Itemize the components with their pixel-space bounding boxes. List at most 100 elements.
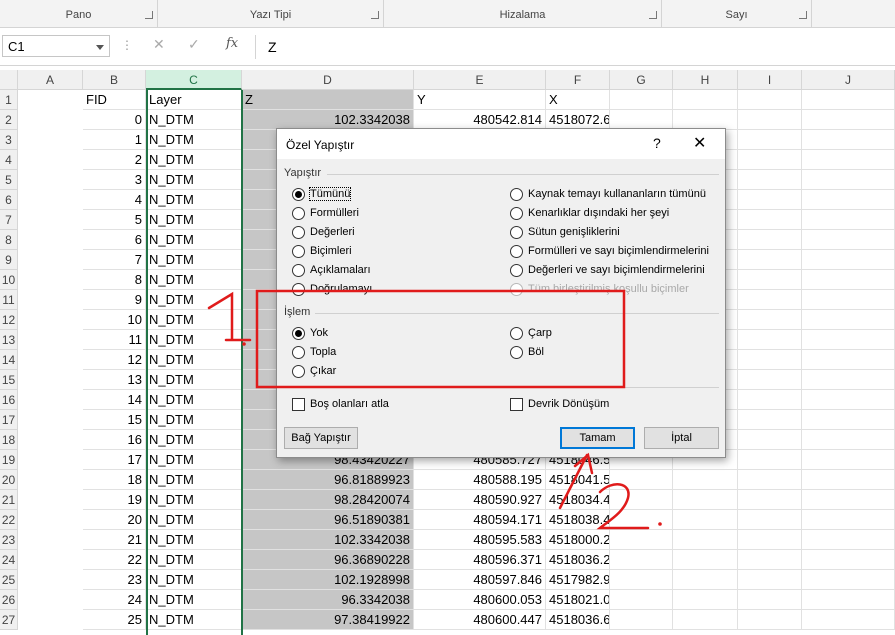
row-header[interactable]: 23 (0, 530, 18, 550)
cell-i[interactable] (802, 130, 895, 150)
cancel-button[interactable]: İptal (644, 427, 719, 449)
radio-button[interactable] (292, 225, 305, 239)
cell-h[interactable] (738, 490, 802, 510)
cell-g[interactable] (673, 610, 738, 630)
cell-e[interactable]: 4518038.403 (546, 510, 610, 530)
cell-d[interactable]: 480600.447 (414, 610, 546, 630)
checkbox-box[interactable] (292, 397, 305, 411)
cell-h[interactable] (738, 230, 802, 250)
cell-h[interactable] (738, 330, 802, 350)
radio-button[interactable] (510, 206, 523, 220)
cell-a[interactable]: 0 (83, 110, 146, 130)
cell-g[interactable] (673, 530, 738, 550)
column-header-h[interactable]: H (673, 70, 738, 90)
operation-option-radio[interactable]: Çarp (510, 324, 552, 342)
cell-i[interactable] (802, 230, 895, 250)
column-header-a[interactable]: A (18, 70, 83, 90)
row-header[interactable]: 20 (0, 470, 18, 490)
cell-a[interactable]: 25 (83, 610, 146, 630)
row-header[interactable]: 12 (0, 310, 18, 330)
radio-button[interactable] (292, 364, 305, 378)
column-header-f[interactable]: F (546, 70, 610, 90)
cell-c[interactable]: 102.3342038 (242, 530, 414, 550)
close-icon[interactable]: ✕ (693, 133, 706, 153)
radio-button[interactable] (292, 187, 305, 201)
cell-f[interactable] (610, 610, 673, 630)
cell-i[interactable] (802, 350, 895, 370)
cell-b[interactable]: N_DTM (146, 410, 242, 430)
paste-option-radio[interactable]: Biçimleri (292, 242, 352, 260)
cell-h[interactable] (738, 510, 802, 530)
cell-i[interactable] (802, 310, 895, 330)
row-header[interactable]: 5 (0, 170, 18, 190)
cell-b[interactable]: N_DTM (146, 290, 242, 310)
operation-option-radio[interactable]: Böl (510, 343, 544, 361)
cell-e[interactable]: 4518021.066 (546, 590, 610, 610)
cell-d[interactable]: 480597.846 (414, 570, 546, 590)
cell-b[interactable]: N_DTM (146, 330, 242, 350)
cell-i[interactable] (802, 170, 895, 190)
row-header[interactable]: 10 (0, 270, 18, 290)
cell-h[interactable] (738, 130, 802, 150)
paste-link-button[interactable]: Bağ Yapıştır (284, 427, 358, 449)
formula-input[interactable]: Z (255, 35, 895, 59)
ok-button[interactable]: Tamam (560, 427, 635, 449)
row-header[interactable]: 16 (0, 390, 18, 410)
select-all-corner[interactable] (0, 70, 18, 90)
cell-b[interactable]: N_DTM (146, 550, 242, 570)
cell-a[interactable]: 4 (83, 190, 146, 210)
cell-a[interactable]: 15 (83, 410, 146, 430)
cell-c[interactable]: 98.28420074 (242, 490, 414, 510)
cell-f[interactable] (610, 90, 673, 110)
row-header[interactable]: 26 (0, 590, 18, 610)
column-header-j[interactable]: J (802, 70, 895, 90)
cell-f[interactable] (610, 570, 673, 590)
insert-function-icon[interactable]: fx (226, 36, 238, 51)
cell-i[interactable] (802, 550, 895, 570)
cell-b[interactable]: N_DTM (146, 230, 242, 250)
cell-i[interactable] (802, 370, 895, 390)
cell-i[interactable] (802, 150, 895, 170)
row-header[interactable]: 19 (0, 450, 18, 470)
cell-g[interactable] (673, 570, 738, 590)
cell-h[interactable] (738, 450, 802, 470)
cell-b[interactable]: N_DTM (146, 450, 242, 470)
cell-b[interactable]: N_DTM (146, 310, 242, 330)
paste-option-radio[interactable]: Sütun genişliklerini (510, 223, 620, 241)
column-header-e[interactable]: E (414, 70, 546, 90)
cell-a[interactable]: 18 (83, 470, 146, 490)
cell-b[interactable]: N_DTM (146, 430, 242, 450)
cell-g[interactable] (673, 90, 738, 110)
row-header[interactable]: 24 (0, 550, 18, 570)
column-header-d[interactable]: D (242, 70, 414, 90)
cell-a[interactable]: 22 (83, 550, 146, 570)
cell-i[interactable] (802, 290, 895, 310)
cell-i[interactable] (802, 490, 895, 510)
cell-f[interactable] (610, 550, 673, 570)
cell-h[interactable] (738, 190, 802, 210)
column-header-c[interactable]: C (146, 70, 242, 90)
cell-h[interactable] (738, 90, 802, 110)
cell-i[interactable] (802, 210, 895, 230)
column-header-i[interactable]: I (738, 70, 802, 90)
cell-g[interactable] (673, 470, 738, 490)
cell-d[interactable]: Y (414, 90, 546, 110)
cell-a[interactable]: 7 (83, 250, 146, 270)
cell-b[interactable]: N_DTM (146, 110, 242, 130)
paste-option-radio[interactable]: Açıklamaları (292, 261, 371, 279)
row-header[interactable]: 6 (0, 190, 18, 210)
cell-h[interactable] (738, 150, 802, 170)
cell-a[interactable]: 13 (83, 370, 146, 390)
row-header[interactable]: 14 (0, 350, 18, 370)
radio-button[interactable] (292, 244, 305, 258)
cell-b[interactable]: Layer (146, 90, 242, 110)
cell-i[interactable] (802, 510, 895, 530)
row-header[interactable]: 1 (0, 90, 18, 110)
cell-a[interactable]: 9 (83, 290, 146, 310)
cell-f[interactable] (610, 490, 673, 510)
skip-blanks-checkbox[interactable]: Boş olanları atla (292, 395, 389, 413)
cell-a[interactable]: 2 (83, 150, 146, 170)
paste-option-radio[interactable]: Formülleri (292, 204, 359, 222)
cell-a[interactable]: 8 (83, 270, 146, 290)
cell-b[interactable]: N_DTM (146, 170, 242, 190)
